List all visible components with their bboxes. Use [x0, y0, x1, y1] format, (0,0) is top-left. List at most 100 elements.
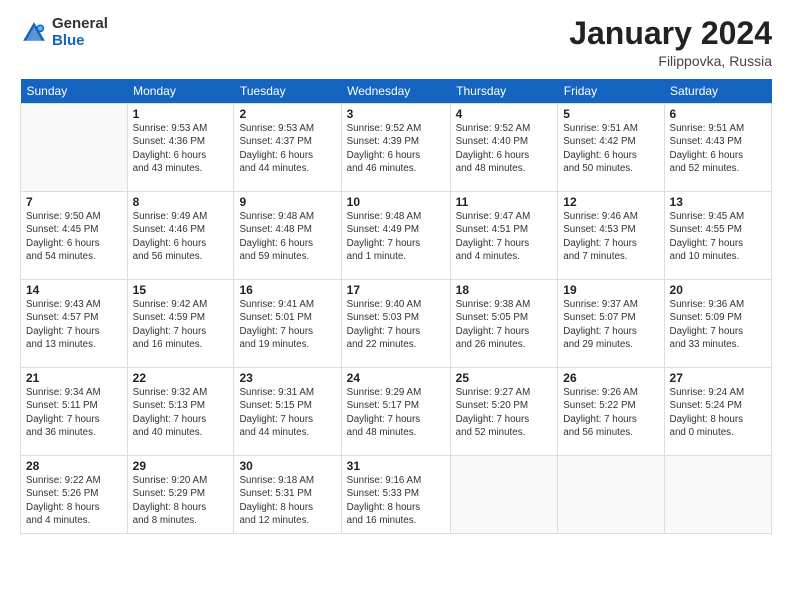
- day-info: Sunrise: 9:31 AMSunset: 5:15 PMDaylight:…: [239, 386, 335, 439]
- table-cell: 17Sunrise: 9:40 AMSunset: 5:03 PMDayligh…: [341, 280, 450, 368]
- day-number: 5: [563, 107, 658, 121]
- table-cell: [664, 456, 771, 534]
- table-cell: 10Sunrise: 9:48 AMSunset: 4:49 PMDayligh…: [341, 192, 450, 280]
- table-cell: 19Sunrise: 9:37 AMSunset: 5:07 PMDayligh…: [558, 280, 664, 368]
- table-cell: 8Sunrise: 9:49 AMSunset: 4:46 PMDaylight…: [127, 192, 234, 280]
- table-cell: 14Sunrise: 9:43 AMSunset: 4:57 PMDayligh…: [21, 280, 128, 368]
- day-info: Sunrise: 9:16 AMSunset: 5:33 PMDaylight:…: [347, 474, 445, 527]
- day-number: 29: [133, 459, 229, 473]
- day-number: 26: [563, 371, 658, 385]
- calendar-header-row: Sunday Monday Tuesday Wednesday Thursday…: [21, 79, 772, 104]
- day-number: 20: [670, 283, 766, 297]
- day-number: 4: [456, 107, 553, 121]
- day-info: Sunrise: 9:51 AMSunset: 4:42 PMDaylight:…: [563, 122, 658, 175]
- table-cell: 11Sunrise: 9:47 AMSunset: 4:51 PMDayligh…: [450, 192, 558, 280]
- table-cell: [21, 104, 128, 192]
- day-info: Sunrise: 9:42 AMSunset: 4:59 PMDaylight:…: [133, 298, 229, 351]
- table-cell: 12Sunrise: 9:46 AMSunset: 4:53 PMDayligh…: [558, 192, 664, 280]
- day-info: Sunrise: 9:48 AMSunset: 4:49 PMDaylight:…: [347, 210, 445, 263]
- table-cell: 27Sunrise: 9:24 AMSunset: 5:24 PMDayligh…: [664, 368, 771, 456]
- table-cell: 16Sunrise: 9:41 AMSunset: 5:01 PMDayligh…: [234, 280, 341, 368]
- day-number: 21: [26, 371, 122, 385]
- table-cell: [558, 456, 664, 534]
- page-header: General Blue January 2024 Filippovka, Ru…: [20, 16, 772, 69]
- table-cell: [450, 456, 558, 534]
- title-block: January 2024 Filippovka, Russia: [569, 16, 772, 69]
- header-tuesday: Tuesday: [234, 79, 341, 104]
- day-number: 16: [239, 283, 335, 297]
- header-monday: Monday: [127, 79, 234, 104]
- header-wednesday: Wednesday: [341, 79, 450, 104]
- table-cell: 5Sunrise: 9:51 AMSunset: 4:42 PMDaylight…: [558, 104, 664, 192]
- month-title: January 2024: [569, 16, 772, 51]
- day-info: Sunrise: 9:32 AMSunset: 5:13 PMDaylight:…: [133, 386, 229, 439]
- table-cell: 13Sunrise: 9:45 AMSunset: 4:55 PMDayligh…: [664, 192, 771, 280]
- day-number: 6: [670, 107, 766, 121]
- day-info: Sunrise: 9:48 AMSunset: 4:48 PMDaylight:…: [239, 210, 335, 263]
- location: Filippovka, Russia: [569, 53, 772, 69]
- day-info: Sunrise: 9:22 AMSunset: 5:26 PMDaylight:…: [26, 474, 122, 527]
- table-cell: 23Sunrise: 9:31 AMSunset: 5:15 PMDayligh…: [234, 368, 341, 456]
- day-info: Sunrise: 9:26 AMSunset: 5:22 PMDaylight:…: [563, 386, 658, 439]
- day-number: 28: [26, 459, 122, 473]
- table-cell: 15Sunrise: 9:42 AMSunset: 4:59 PMDayligh…: [127, 280, 234, 368]
- logo-icon: [20, 19, 48, 47]
- day-info: Sunrise: 9:38 AMSunset: 5:05 PMDaylight:…: [456, 298, 553, 351]
- table-cell: 22Sunrise: 9:32 AMSunset: 5:13 PMDayligh…: [127, 368, 234, 456]
- table-cell: 7Sunrise: 9:50 AMSunset: 4:45 PMDaylight…: [21, 192, 128, 280]
- day-info: Sunrise: 9:53 AMSunset: 4:37 PMDaylight:…: [239, 122, 335, 175]
- day-info: Sunrise: 9:40 AMSunset: 5:03 PMDaylight:…: [347, 298, 445, 351]
- day-info: Sunrise: 9:52 AMSunset: 4:39 PMDaylight:…: [347, 122, 445, 175]
- day-info: Sunrise: 9:29 AMSunset: 5:17 PMDaylight:…: [347, 386, 445, 439]
- header-thursday: Thursday: [450, 79, 558, 104]
- day-number: 11: [456, 195, 553, 209]
- day-number: 31: [347, 459, 445, 473]
- table-cell: 28Sunrise: 9:22 AMSunset: 5:26 PMDayligh…: [21, 456, 128, 534]
- day-number: 8: [133, 195, 229, 209]
- day-number: 7: [26, 195, 122, 209]
- table-cell: 25Sunrise: 9:27 AMSunset: 5:20 PMDayligh…: [450, 368, 558, 456]
- week-row-2: 7Sunrise: 9:50 AMSunset: 4:45 PMDaylight…: [21, 192, 772, 280]
- day-info: Sunrise: 9:52 AMSunset: 4:40 PMDaylight:…: [456, 122, 553, 175]
- table-cell: 21Sunrise: 9:34 AMSunset: 5:11 PMDayligh…: [21, 368, 128, 456]
- day-info: Sunrise: 9:51 AMSunset: 4:43 PMDaylight:…: [670, 122, 766, 175]
- table-cell: 29Sunrise: 9:20 AMSunset: 5:29 PMDayligh…: [127, 456, 234, 534]
- week-row-4: 21Sunrise: 9:34 AMSunset: 5:11 PMDayligh…: [21, 368, 772, 456]
- day-number: 1: [133, 107, 229, 121]
- table-cell: 4Sunrise: 9:52 AMSunset: 4:40 PMDaylight…: [450, 104, 558, 192]
- day-info: Sunrise: 9:49 AMSunset: 4:46 PMDaylight:…: [133, 210, 229, 263]
- week-row-3: 14Sunrise: 9:43 AMSunset: 4:57 PMDayligh…: [21, 280, 772, 368]
- logo-blue-text: Blue: [52, 32, 85, 49]
- table-cell: 30Sunrise: 9:18 AMSunset: 5:31 PMDayligh…: [234, 456, 341, 534]
- day-info: Sunrise: 9:20 AMSunset: 5:29 PMDaylight:…: [133, 474, 229, 527]
- table-cell: 3Sunrise: 9:52 AMSunset: 4:39 PMDaylight…: [341, 104, 450, 192]
- day-number: 13: [670, 195, 766, 209]
- day-number: 25: [456, 371, 553, 385]
- header-saturday: Saturday: [664, 79, 771, 104]
- calendar-table: Sunday Monday Tuesday Wednesday Thursday…: [20, 79, 772, 534]
- day-number: 24: [347, 371, 445, 385]
- day-number: 19: [563, 283, 658, 297]
- day-number: 23: [239, 371, 335, 385]
- day-info: Sunrise: 9:46 AMSunset: 4:53 PMDaylight:…: [563, 210, 658, 263]
- day-info: Sunrise: 9:18 AMSunset: 5:31 PMDaylight:…: [239, 474, 335, 527]
- header-sunday: Sunday: [21, 79, 128, 104]
- day-info: Sunrise: 9:27 AMSunset: 5:20 PMDaylight:…: [456, 386, 553, 439]
- week-row-1: 1Sunrise: 9:53 AMSunset: 4:36 PMDaylight…: [21, 104, 772, 192]
- day-info: Sunrise: 9:53 AMSunset: 4:36 PMDaylight:…: [133, 122, 229, 175]
- table-cell: 6Sunrise: 9:51 AMSunset: 4:43 PMDaylight…: [664, 104, 771, 192]
- table-cell: 1Sunrise: 9:53 AMSunset: 4:36 PMDaylight…: [127, 104, 234, 192]
- header-friday: Friday: [558, 79, 664, 104]
- table-cell: 18Sunrise: 9:38 AMSunset: 5:05 PMDayligh…: [450, 280, 558, 368]
- logo: General Blue: [20, 16, 108, 49]
- day-info: Sunrise: 9:47 AMSunset: 4:51 PMDaylight:…: [456, 210, 553, 263]
- table-cell: 20Sunrise: 9:36 AMSunset: 5:09 PMDayligh…: [664, 280, 771, 368]
- day-info: Sunrise: 9:45 AMSunset: 4:55 PMDaylight:…: [670, 210, 766, 263]
- day-number: 14: [26, 283, 122, 297]
- day-info: Sunrise: 9:24 AMSunset: 5:24 PMDaylight:…: [670, 386, 766, 439]
- day-number: 17: [347, 283, 445, 297]
- day-info: Sunrise: 9:36 AMSunset: 5:09 PMDaylight:…: [670, 298, 766, 351]
- day-info: Sunrise: 9:34 AMSunset: 5:11 PMDaylight:…: [26, 386, 122, 439]
- week-row-5: 28Sunrise: 9:22 AMSunset: 5:26 PMDayligh…: [21, 456, 772, 534]
- table-cell: 26Sunrise: 9:26 AMSunset: 5:22 PMDayligh…: [558, 368, 664, 456]
